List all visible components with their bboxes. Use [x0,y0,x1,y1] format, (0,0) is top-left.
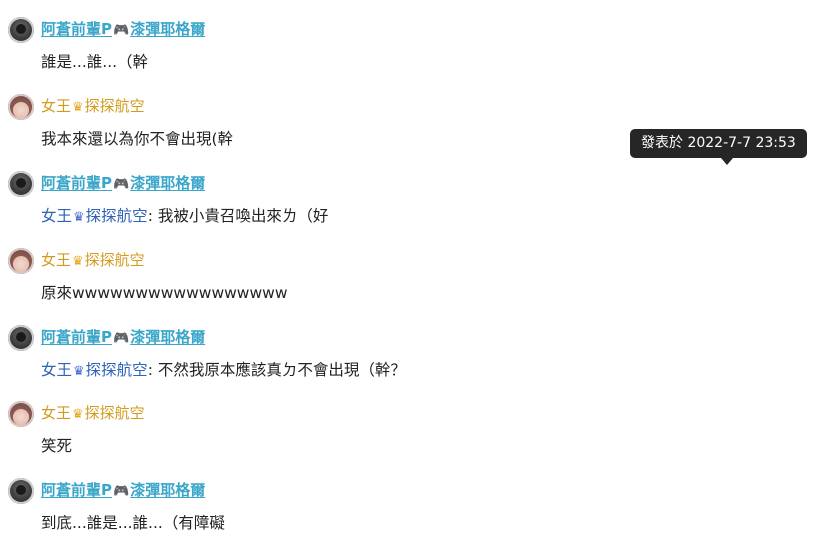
comment-item: 阿蒼前輩P🎮漆彈耶格爾 女王♛探探航空: 我被小貴召喚出來ㄌ（好 [8,171,808,230]
username-suffix: 探探航空 [84,251,145,269]
avatar[interactable] [8,94,34,120]
comment-text: 笑死 [41,437,73,455]
comment-header: 女王♛探探航空 [8,401,808,427]
username-suffix: 漆彈耶格爾 [130,174,206,192]
username-link[interactable]: 阿蒼前輩P🎮漆彈耶格爾 [41,479,205,503]
avatar[interactable] [8,325,34,351]
reply-mention-suffix: 探探航空 [85,207,148,225]
username-link[interactable]: 女王♛探探航空 [41,402,145,426]
crown-icon: ♛ [72,407,84,422]
gamepad-icon: 🎮 [113,23,130,38]
comment-text: 女王♛探探航空: 不然我原本應該真ㄉ不會出現（幹？ [41,358,808,384]
comment-item: 阿蒼前輩P🎮漆彈耶格爾 到底...誰是...誰...（有障礙 [8,478,808,535]
comment-item: 女王♛探探航空 原來wwwwwwwwwwwwwwwww [8,248,808,305]
comment-header: 阿蒼前輩P🎮漆彈耶格爾 [8,478,808,504]
comment-item: 阿蒼前輩P🎮漆彈耶格爾 誰是...誰...（幹 [8,17,808,74]
avatar[interactable] [8,401,34,427]
username-text: 阿蒼前輩P [41,328,112,346]
comment-header: 女王♛探探航空 [8,248,808,274]
comment-item: 阿蒼前輩P🎮漆彈耶格爾 女王♛探探航空: 不然我原本應該真ㄉ不會出現（幹？ [8,325,808,384]
avatar[interactable] [8,171,34,197]
gamepad-icon: 🎮 [113,331,130,346]
username-suffix: 探探航空 [84,97,145,115]
reply-text: : 不然我原本應該真ㄉ不會出現（幹？ [147,361,406,379]
username-suffix: 漆彈耶格爾 [130,20,206,38]
avatar[interactable] [8,17,34,43]
username-text: 阿蒼前輩P [41,174,112,192]
username-text: 阿蒼前輩P [41,481,112,499]
username-link[interactable]: 阿蒼前輩P🎮漆彈耶格爾 [41,326,205,350]
comment-header: 阿蒼前輩P🎮漆彈耶格爾 [8,171,808,197]
comment-header: 女王♛探探航空 [8,94,808,120]
comment-text: 原來wwwwwwwwwwwwwwwww [41,284,288,302]
timestamp-tooltip: 發表於 2022-7-7 23:53 [630,129,807,158]
queen-icon: ♛ [73,364,85,379]
username-suffix: 探探航空 [84,404,145,422]
crown-icon: ♛ [72,100,84,115]
reply-mention[interactable]: 女王♛探探航空 [41,207,148,225]
comment-item: 女王♛探探航空 笑死 [8,401,808,458]
comment-header: 阿蒼前輩P🎮漆彈耶格爾 [8,17,808,43]
username-link[interactable]: 阿蒼前輩P🎮漆彈耶格爾 [41,18,205,42]
reply-mention[interactable]: 女王♛探探航空 [41,361,148,379]
reply-text: : 我被小貴召喚出來ㄌ（好 [147,207,329,225]
reply-mention-name: 女王 [41,207,73,225]
avatar[interactable] [8,478,34,504]
comment-thread-page: 阿蒼前輩P🎮漆彈耶格爾 誰是...誰...（幹 女王♛探探航空 我本來還以為你不… [0,0,838,548]
comment-text: 到底...誰是...誰...（有障礙 [41,514,225,532]
username-link[interactable]: 女王♛探探航空 [41,95,145,119]
gamepad-icon: 🎮 [113,484,130,499]
tooltip-arrow [721,158,733,165]
crown-icon: ♛ [72,254,84,269]
avatar[interactable] [8,248,34,274]
gamepad-icon: 🎮 [113,177,130,192]
comment-header: 阿蒼前輩P🎮漆彈耶格爾 [8,325,808,351]
username-text: 阿蒼前輩P [41,20,112,38]
username-text: 女王 [41,251,72,269]
username-link[interactable]: 女王♛探探航空 [41,249,145,273]
username-link[interactable]: 阿蒼前輩P🎮漆彈耶格爾 [41,172,205,196]
queen-icon: ♛ [73,210,85,225]
comment-text: 誰是...誰...（幹 [41,53,149,71]
username-text: 女王 [41,404,72,422]
username-suffix: 漆彈耶格爾 [130,481,206,499]
username-suffix: 漆彈耶格爾 [130,328,206,346]
comment-text: 女王♛探探航空: 我被小貴召喚出來ㄌ（好 [41,204,808,230]
username-text: 女王 [41,97,72,115]
reply-mention-suffix: 探探航空 [85,361,148,379]
reply-mention-name: 女王 [41,361,73,379]
